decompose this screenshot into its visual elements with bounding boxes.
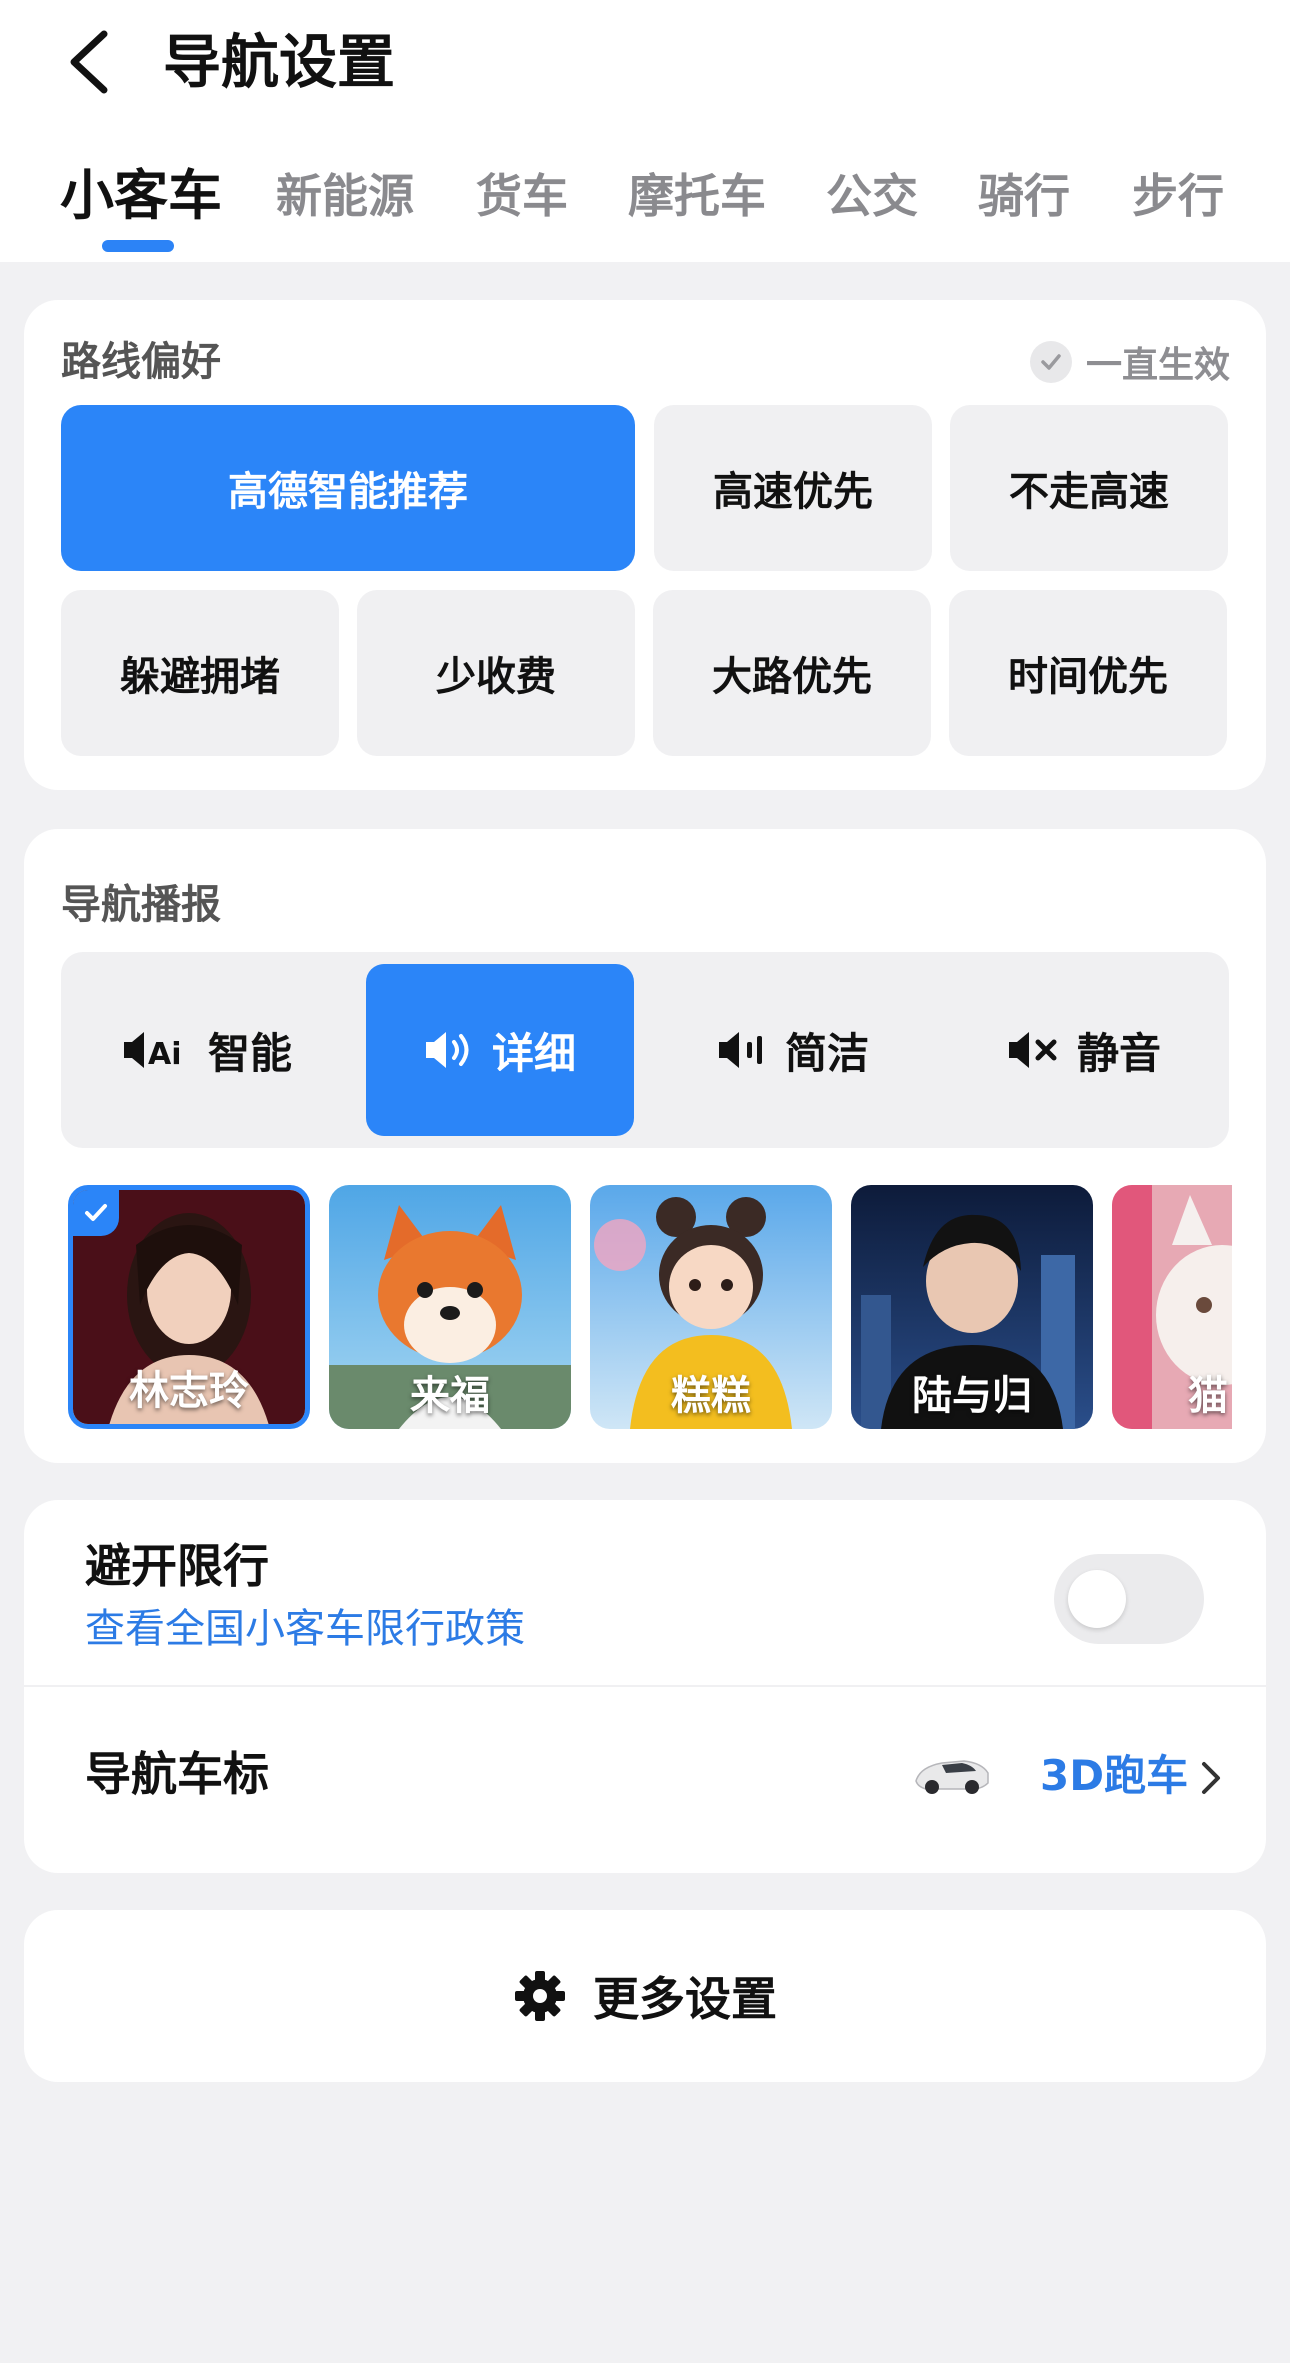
chevron-left-icon	[70, 30, 108, 94]
voice-avatar-3[interactable]: 糕糕	[590, 1185, 832, 1429]
check-icon	[1029, 341, 1072, 383]
speaker-ai-icon: Ai	[123, 1032, 182, 1072]
avoid-restriction-toggle[interactable]	[1054, 1554, 1204, 1644]
route-option-main-road[interactable]: 大路优先	[653, 590, 931, 756]
divider	[24, 1685, 1266, 1687]
gear-icon	[515, 1971, 565, 2021]
voice-avatar-5[interactable]: 猫	[1112, 1185, 1232, 1429]
voice-broadcast-card: 导航播报 Ai 智能 详细 简洁 静音 林志玲 来福 糕糕 陆与归 猫	[24, 829, 1266, 1463]
voice-mode-label: 详细	[491, 1028, 576, 1078]
avoid-restriction-title: 避开限行	[85, 1539, 269, 1593]
route-preference-card: 路线偏好 一直生效 高德智能推荐 高速优先 不走高速 躲避拥堵 少收费 大路优先…	[24, 300, 1266, 790]
voice-avatar-name: 陆与归	[912, 1373, 1032, 1419]
voice-mode-selector: Ai 智能 详细 简洁 静音	[61, 952, 1229, 1148]
speaker-mute-icon	[1008, 1032, 1057, 1068]
voice-avatar-name: 猫	[1188, 1373, 1228, 1419]
route-option-time-first[interactable]: 时间优先	[949, 590, 1227, 756]
speaker-wave-icon	[425, 1032, 469, 1068]
voice-mode-detailed[interactable]: 详细	[366, 964, 634, 1136]
back-button[interactable]	[60, 22, 120, 102]
voice-avatar-list: 林志玲 来福 糕糕 陆与归 猫	[68, 1185, 1232, 1429]
voice-avatar-2[interactable]: 来福	[329, 1185, 571, 1429]
voice-mode-concise[interactable]: 简洁	[647, 964, 939, 1136]
always-effective-toggle[interactable]: 一直生效	[1029, 337, 1230, 387]
tab-active-indicator	[102, 240, 174, 252]
tab-motorcycle[interactable]: 摩托车	[628, 160, 766, 232]
restriction-policy-link[interactable]: 查看全国小客车限行政策	[85, 1600, 525, 1658]
tab-walking[interactable]: 步行	[1132, 160, 1224, 232]
tab-cycling[interactable]: 骑行	[978, 160, 1070, 232]
more-settings-label: 更多设置	[593, 1972, 777, 2026]
sports-car-icon	[915, 1760, 989, 1794]
tab-truck[interactable]: 货车	[476, 160, 568, 232]
svg-text:Ai: Ai	[148, 1037, 182, 1072]
voice-mode-label: 智能	[207, 1028, 292, 1078]
voice-mode-mute[interactable]: 静音	[939, 964, 1229, 1136]
tab-new-energy[interactable]: 新能源	[276, 160, 414, 232]
always-effective-label: 一直生效	[1085, 345, 1230, 386]
top-bar: 导航设置 小客车 新能源 货车 摩托车 公交 骑行 步行	[0, 0, 1290, 262]
voice-mode-smart[interactable]: Ai 智能	[61, 964, 353, 1136]
route-option-avoid-highway[interactable]: 不走高速	[950, 405, 1228, 571]
voice-avatar-name: 来福	[410, 1373, 490, 1419]
tab-car[interactable]: 小客车	[60, 160, 222, 232]
selected-check-icon	[73, 1190, 119, 1236]
voice-avatar-name: 林志玲	[129, 1368, 249, 1414]
route-option-less-toll[interactable]: 少收费	[357, 590, 635, 756]
voice-avatar-1[interactable]: 林志玲	[68, 1185, 310, 1429]
page-title: 导航设置	[163, 28, 396, 96]
voice-mode-label: 简洁	[784, 1028, 869, 1078]
car-icon-value[interactable]: 3D跑车	[1040, 1746, 1188, 1806]
more-settings-button[interactable]: 更多设置	[24, 1910, 1266, 2082]
route-option-highway-first[interactable]: 高速优先	[654, 405, 932, 571]
driving-options-card: 避开限行 查看全国小客车限行政策 导航车标 3D跑车	[24, 1500, 1266, 1873]
voice-avatar-name: 糕糕	[671, 1373, 751, 1419]
voice-broadcast-label: 导航播报	[61, 882, 221, 928]
voice-avatar-4[interactable]: 陆与归	[851, 1185, 1093, 1429]
vehicle-tabs: 小客车 新能源 货车 摩托车 公交 骑行 步行	[0, 160, 1290, 240]
car-icon-title: 导航车标	[85, 1747, 269, 1801]
more-settings-card: 更多设置	[24, 1910, 1266, 2082]
tab-bus[interactable]: 公交	[826, 160, 918, 232]
route-preference-label: 路线偏好	[61, 339, 221, 385]
speaker-bar-icon	[718, 1032, 762, 1068]
route-option-smart[interactable]: 高德智能推荐	[61, 405, 635, 571]
toggle-knob	[1068, 1570, 1126, 1628]
chevron-right-icon[interactable]	[1196, 1758, 1224, 1798]
route-option-avoid-congestion[interactable]: 躲避拥堵	[61, 590, 339, 756]
voice-mode-label: 静音	[1076, 1028, 1161, 1078]
